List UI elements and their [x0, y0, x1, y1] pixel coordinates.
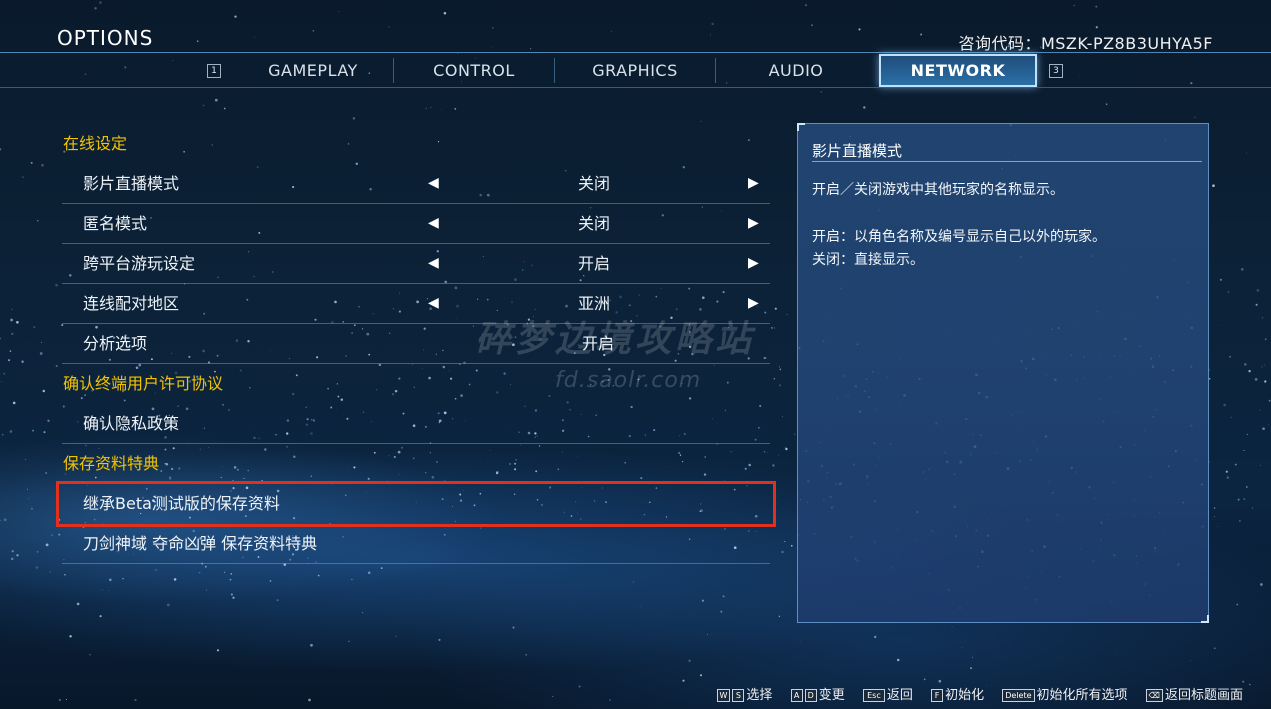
description-line: 关闭：直接显示。	[812, 252, 924, 268]
tab-gameplay[interactable]: GAMEPLAY	[234, 54, 394, 87]
hint-change[interactable]: A D 变更	[790, 684, 845, 703]
description-title: 影片直播模式	[812, 140, 1202, 162]
arrow-left-icon[interactable]: ◀	[428, 284, 439, 323]
setting-value: 关闭	[577, 214, 610, 233]
setting-label: 刀剑神域 夺命凶弹 保存资料特典	[83, 534, 318, 553]
setting-value: 开启	[581, 334, 614, 353]
setting-label: 影片直播模式	[83, 174, 180, 193]
arrow-right-icon[interactable]: ▶	[748, 204, 759, 243]
inquiry-code: 咨询代码：MSZK-PZ8B3UHYA5F	[958, 34, 1213, 53]
hint-select[interactable]: W S 选择	[716, 684, 773, 703]
tab-audio[interactable]: AUDIO	[717, 54, 875, 87]
hint-reset[interactable]: F 初始化	[931, 684, 984, 703]
control-hints: W S 选择 A D 变更 Esc 返回 F 初始化 Delete 初始化所有选项 ⌫ 返回标题…	[703, 684, 1243, 703]
setting-row-matchmaking-region[interactable]: 连线配对地区 ◀ 亚洲 ▶	[62, 284, 770, 324]
setting-row-sao-fatal-bullet-bonus[interactable]: 刀剑神域 夺命凶弹 保存资料特典	[62, 524, 770, 564]
key-esc-icon: Esc	[862, 689, 885, 702]
setting-value: 开启	[577, 254, 610, 273]
key-d-icon: D	[804, 689, 817, 702]
arrow-left-icon[interactable]: ◀	[428, 204, 439, 243]
key-delete-icon: Delete	[1002, 689, 1035, 702]
key-f-icon: F	[931, 689, 944, 702]
arrow-right-icon[interactable]: ▶	[748, 284, 759, 323]
key-s-icon: S	[732, 689, 745, 702]
setting-value: 关闭	[577, 174, 610, 193]
setting-row-analytics[interactable]: 分析选项 开启	[62, 324, 770, 364]
setting-label: 分析选项	[83, 334, 148, 353]
setting-row-anonymous-mode[interactable]: 匿名模式 ◀ 关闭 ▶	[62, 204, 770, 244]
header-divider	[0, 52, 1271, 53]
setting-label: 继承Beta测试版的保存资料	[83, 494, 280, 513]
arrow-left-icon[interactable]: ◀	[428, 244, 439, 283]
tab-divider	[0, 87, 1271, 88]
hint-reset-all[interactable]: Delete 初始化所有选项	[1002, 684, 1128, 703]
hint-label: 初始化所有选项	[1036, 688, 1128, 703]
setting-value: 亚洲	[577, 294, 610, 313]
description-line: 开启／关闭游戏中其他玩家的名称显示。	[812, 182, 1064, 198]
description-line: 开启：以角色名称及编号显示自己以外的玩家。	[812, 229, 1106, 245]
next-tab-key-icon[interactable]: 3	[1049, 64, 1063, 78]
section-title-online: 在线设定	[63, 134, 128, 153]
tab-bar: 1 GAMEPLAY CONTROL GRAPHICS AUDIO NETWOR…	[0, 54, 1271, 87]
arrow-left-icon[interactable]: ◀	[428, 164, 439, 203]
hint-label: 初始化	[945, 688, 985, 703]
settings-list: 在线设定 影片直播模式 ◀ 关闭 ▶ 匿名模式 ◀ 关闭 ▶ 跨平台游玩设定 ◀…	[56, 124, 776, 564]
key-w-icon: W	[716, 689, 731, 702]
setting-row-crossplay[interactable]: 跨平台游玩设定 ◀ 开启 ▶	[62, 244, 770, 284]
setting-row-video-stream-mode[interactable]: 影片直播模式 ◀ 关闭 ▶	[62, 164, 770, 204]
tab-network[interactable]: NETWORK	[879, 54, 1037, 87]
tab-graphics[interactable]: GRAPHICS	[556, 54, 716, 87]
hint-title-screen[interactable]: ⌫ 返回标题画面	[1145, 684, 1243, 703]
hint-label: 返回	[886, 688, 913, 703]
arrow-right-icon[interactable]: ▶	[748, 244, 759, 283]
key-backspace-icon: ⌫	[1145, 689, 1163, 702]
tab-control[interactable]: CONTROL	[395, 54, 555, 87]
description-panel: 影片直播模式 开启／关闭游戏中其他玩家的名称显示。 开启：以角色名称及编号显示自…	[797, 123, 1209, 623]
setting-row-privacy-policy[interactable]: 确认隐私政策	[62, 404, 770, 444]
prev-tab-key-icon[interactable]: 1	[207, 64, 221, 78]
hint-label: 变更	[818, 688, 845, 703]
section-title-save-bonus: 保存资料特典	[63, 454, 160, 473]
page-title: OPTIONS	[57, 26, 154, 50]
setting-row-inherit-beta-save[interactable]: 继承Beta测试版的保存资料	[56, 481, 776, 527]
hint-label: 选择	[746, 688, 773, 703]
setting-label: 连线配对地区	[83, 294, 180, 313]
setting-label: 确认隐私政策	[83, 414, 180, 433]
section-title-eula: 确认终端用户许可协议	[63, 374, 224, 393]
setting-label: 跨平台游玩设定	[83, 254, 196, 273]
arrow-right-icon[interactable]: ▶	[748, 164, 759, 203]
hint-label: 返回标题画面	[1164, 688, 1243, 703]
hint-back[interactable]: Esc 返回	[862, 684, 913, 703]
setting-label: 匿名模式	[83, 214, 148, 233]
key-a-icon: A	[790, 689, 803, 702]
